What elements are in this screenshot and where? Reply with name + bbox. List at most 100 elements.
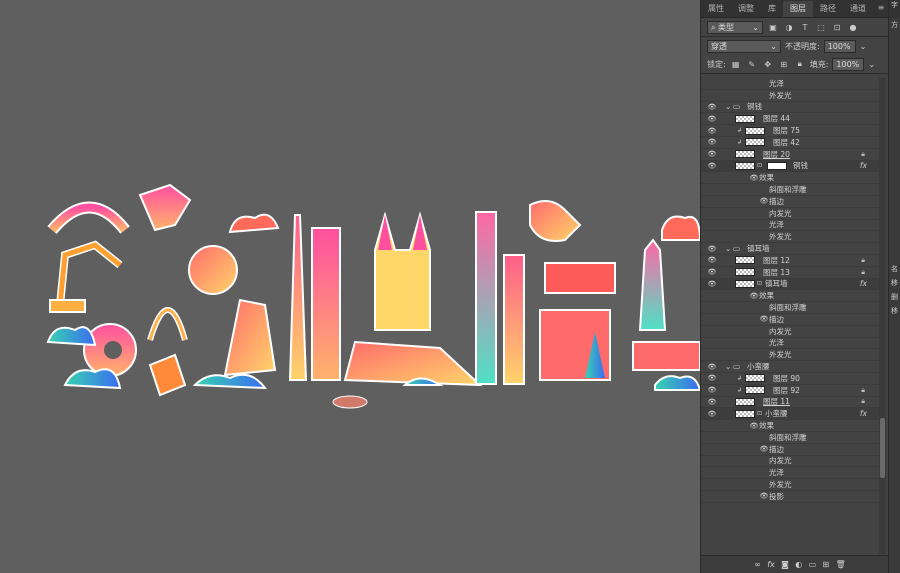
layer-row[interactable]: 👁︎ ⊡ 小蛮腰 fx	[701, 408, 879, 421]
layer-group-row[interactable]: 👁︎ ⌄ ▭ 铜钱	[701, 101, 879, 114]
visibility-eye-icon[interactable]: 👁︎	[707, 162, 717, 170]
layer-effect-row[interactable]: 👁︎ 效果	[701, 172, 879, 185]
visibility-eye-icon[interactable]: 👁︎	[749, 422, 759, 430]
lock-artboard-icon[interactable]: ⊞	[778, 58, 790, 70]
layer-effect-row[interactable]: 👁︎ 投影	[701, 491, 879, 503]
scrollbar-thumb[interactable]	[880, 418, 885, 478]
strip-item[interactable]: 方	[889, 18, 900, 32]
image-filter-icon[interactable]: ▣	[767, 21, 779, 33]
layer-effect-row[interactable]: 斜面和浮雕	[701, 184, 879, 196]
lock-transparent-icon[interactable]: ▦	[730, 58, 742, 70]
tab-layers[interactable]: 图层	[783, 1, 813, 17]
visibility-eye-icon[interactable]: 👁︎	[749, 292, 759, 300]
visibility-eye-icon[interactable]: 👁︎	[707, 268, 717, 276]
filter-toggle-icon[interactable]: ●	[847, 21, 859, 33]
layer-list-scrollbar[interactable]	[879, 78, 886, 554]
layer-row[interactable]: 👁︎ ↲ 图层 92 🔒︎	[701, 385, 879, 397]
link-icon[interactable]: ∞	[754, 560, 761, 569]
tab-libraries[interactable]: 库	[761, 1, 783, 17]
layer-effect-row[interactable]: 光泽	[701, 467, 879, 480]
fx-icon[interactable]: fx	[767, 560, 775, 569]
visibility-eye-icon[interactable]: 👁︎	[707, 410, 717, 418]
layer-effect-row[interactable]: 内发光	[701, 208, 879, 220]
layer-effect-row[interactable]: 👁︎ 描边	[701, 314, 879, 326]
layer-effect-row[interactable]: 内发光	[701, 326, 879, 338]
chevron-down-icon[interactable]: ⌄	[725, 362, 731, 371]
chevron-down-icon[interactable]: ⌄	[725, 244, 731, 253]
visibility-eye-icon[interactable]: 👁︎	[707, 138, 717, 146]
chevron-down-icon[interactable]: ⌄	[725, 102, 731, 111]
layer-effect-row[interactable]: 斜面和浮雕	[701, 302, 879, 314]
layer-effect-row[interactable]: 外发光	[701, 90, 879, 102]
visibility-eye-icon[interactable]: 👁︎	[707, 398, 717, 406]
tab-channels[interactable]: 通道	[843, 1, 873, 17]
strip-tab[interactable]: 字	[889, 0, 900, 18]
fx-icon[interactable]: fx	[860, 161, 867, 170]
layer-effect-row[interactable]: 👁︎ 效果	[701, 420, 879, 432]
tab-properties[interactable]: 属性	[701, 1, 731, 17]
smart-object-filter-icon[interactable]: ⊡	[831, 21, 843, 33]
fill-input[interactable]: 100%	[832, 57, 865, 71]
layer-row[interactable]: 👁︎ 图层 11 🔒︎	[701, 397, 879, 409]
visibility-eye-icon[interactable]: 👁︎	[707, 280, 717, 288]
visibility-eye-icon[interactable]: 👁︎	[759, 492, 769, 500]
layer-group-row[interactable]: 👁︎ ⌄ ▭ 镇耳墙	[701, 243, 879, 255]
visibility-eye-icon[interactable]: 👁︎	[707, 363, 717, 371]
type-filter-icon[interactable]: T	[799, 21, 811, 33]
layer-row[interactable]: 👁︎ 图层 12 🔒︎	[701, 255, 879, 267]
lock-all-icon[interactable]: 🔒︎	[794, 58, 806, 70]
layer-group-row[interactable]: 👁︎ ⌄ ▭ 小蛮腰	[701, 361, 879, 373]
trash-icon[interactable]: 🗑︎	[836, 560, 846, 569]
layer-row[interactable]: 👁︎ ⊡ 镇耳墙 fx	[701, 278, 879, 291]
visibility-eye-icon[interactable]: 👁︎	[707, 127, 717, 135]
visibility-eye-icon[interactable]: 👁︎	[707, 245, 717, 253]
chevron-down-icon[interactable]: ⌄	[868, 60, 875, 69]
layer-effect-row[interactable]: 外发光	[701, 479, 879, 491]
visibility-eye-icon[interactable]: 👁︎	[707, 386, 717, 394]
visibility-eye-icon[interactable]: 👁︎	[759, 315, 769, 323]
visibility-eye-icon[interactable]: 👁︎	[707, 150, 717, 158]
strip-item[interactable]: 名	[889, 262, 900, 276]
filter-kind-select[interactable]: ⌕ 类型 ⌄	[707, 20, 763, 34]
strip-item[interactable]: 移	[889, 276, 900, 290]
layer-row[interactable]: 👁︎ 图层 20 🔒︎	[701, 149, 879, 161]
tab-paths[interactable]: 路径	[813, 1, 843, 17]
new-layer-icon[interactable]: ⊞	[823, 560, 830, 569]
layer-row[interactable]: 👁︎ ⊡ 铜钱 fx	[701, 160, 879, 173]
strip-item[interactable]: 删	[889, 290, 900, 304]
lock-position-icon[interactable]: ✥	[762, 58, 774, 70]
layer-mask-thumbnail[interactable]	[767, 161, 787, 170]
visibility-eye-icon[interactable]: 👁︎	[707, 115, 717, 123]
layer-effect-row[interactable]: 斜面和浮雕	[701, 432, 879, 444]
layer-effect-row[interactable]: 👁︎ 效果	[701, 290, 879, 303]
visibility-eye-icon[interactable]: 👁︎	[749, 174, 759, 182]
strip-item[interactable]: 移	[889, 304, 900, 318]
mask-icon[interactable]: ◙	[781, 560, 789, 569]
fx-icon[interactable]: fx	[860, 279, 867, 288]
blend-mode-select[interactable]: 穿透 ⌄	[707, 39, 781, 53]
chevron-down-icon[interactable]: ⌄	[860, 42, 867, 51]
document-canvas[interactable]	[0, 0, 700, 573]
visibility-eye-icon[interactable]: 👁︎	[707, 374, 717, 382]
tab-adjustments[interactable]: 调整	[731, 1, 761, 17]
visibility-eye-icon[interactable]: 👁︎	[707, 103, 717, 111]
layer-effect-row[interactable]: 光泽	[701, 220, 879, 232]
layer-row[interactable]: 👁︎ ↲ 图层 90	[701, 373, 879, 385]
adjust-icon[interactable]: ◐	[795, 560, 802, 569]
layer-row[interactable]: 👁︎ ↲ 图层 75	[701, 125, 879, 137]
folder-icon[interactable]: ▭	[809, 560, 817, 569]
shape-filter-icon[interactable]: ⬚	[815, 21, 827, 33]
visibility-eye-icon[interactable]: 👁︎	[707, 256, 717, 264]
panel-menu-icon[interactable]: ≡	[874, 1, 888, 17]
adjustment-filter-icon[interactable]: ◑	[783, 21, 795, 33]
lock-pixels-icon[interactable]: ✎	[746, 58, 758, 70]
layer-row[interactable]: 👁︎ 图层 13 🔒︎	[701, 267, 879, 279]
layer-effect-row[interactable]: 👁︎ 描边	[701, 196, 879, 208]
fx-icon[interactable]: fx	[860, 409, 867, 418]
layer-row[interactable]: 👁︎ ↲ 图层 42	[701, 137, 879, 149]
layer-effect-row[interactable]: 外发光	[701, 231, 879, 244]
visibility-eye-icon[interactable]: 👁︎	[759, 197, 769, 205]
layer-effect-row[interactable]: 内发光	[701, 456, 879, 468]
layer-effect-row[interactable]: 光泽	[701, 338, 879, 350]
visibility-eye-icon[interactable]: 👁︎	[759, 445, 769, 453]
